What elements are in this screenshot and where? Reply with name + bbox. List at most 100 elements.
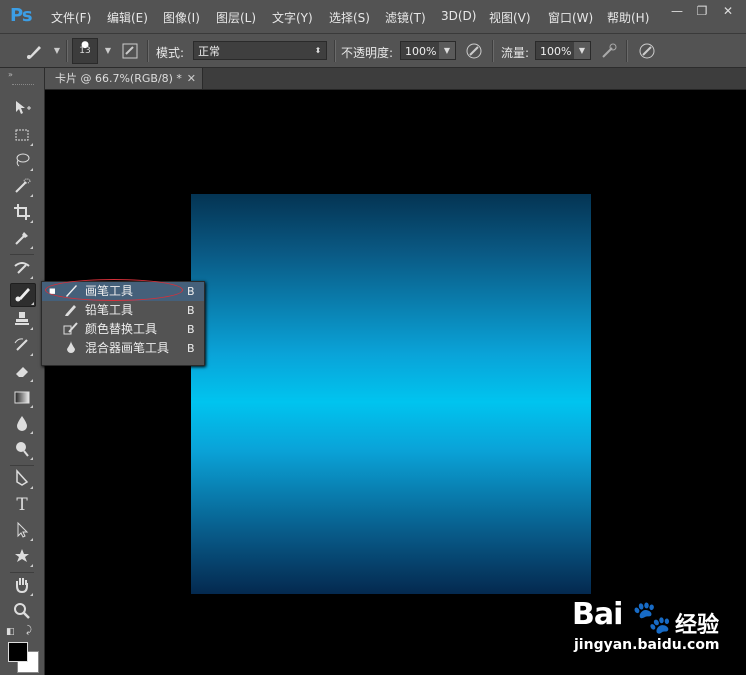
separator <box>147 40 149 62</box>
foreground-color-fill <box>9 643 27 661</box>
tool-group-indicator <box>30 486 33 489</box>
separator <box>334 40 336 62</box>
type-tool-icon[interactable]: T <box>10 494 34 516</box>
flyout-item-label: 混合器画笔工具 <box>85 341 170 355</box>
separator <box>10 465 34 466</box>
brush-size-dropdown-icon[interactable]: ▼ <box>99 42 117 60</box>
restore-icon[interactable]: ❐ <box>691 3 713 20</box>
menu-layer[interactable]: 图层(L) <box>216 9 256 26</box>
highlight-annotation <box>45 279 183 301</box>
separator <box>10 254 34 255</box>
tool-group-indicator <box>30 143 33 146</box>
history-brush-tool-icon[interactable] <box>10 335 34 357</box>
chevron-down-icon[interactable]: ▼ <box>439 42 455 59</box>
tool-group-indicator <box>30 405 33 408</box>
tool-group-indicator <box>30 327 33 330</box>
tool-group-indicator <box>30 379 33 382</box>
minimize-icon[interactable]: — <box>666 3 688 20</box>
updown-icon: ⬍ <box>314 46 322 55</box>
crop-tool-icon[interactable] <box>10 202 34 224</box>
separator <box>66 40 68 62</box>
opacity-label: 不透明度: <box>341 46 394 60</box>
flyout-item-shortcut: B <box>187 323 195 336</box>
watermark-url: jingyan.baidu.com <box>574 637 720 653</box>
tool-group-indicator <box>30 457 33 460</box>
menu-type[interactable]: 文字(Y) <box>272 9 313 26</box>
mode-label: 模式: <box>156 46 185 60</box>
menu-view[interactable]: 视图(V) <box>489 9 531 26</box>
brush-tool-preset-icon[interactable] <box>26 42 44 60</box>
menu-file[interactable]: 文件(F) <box>51 9 91 26</box>
menu-3d[interactable]: 3D(D) <box>441 9 476 23</box>
document-canvas[interactable] <box>191 194 591 594</box>
document-tab[interactable]: 卡片 @ 66.7%(RGB/8) * ✕ <box>45 68 203 89</box>
flyout-item-pencil-tool[interactable]: 铅笔工具 B <box>42 301 204 320</box>
menu-help[interactable]: 帮助(H) <box>607 9 649 26</box>
close-icon[interactable]: ✕ <box>717 3 739 20</box>
eraser-tool-icon[interactable] <box>10 361 34 383</box>
tool-group-indicator <box>30 538 33 541</box>
mixer-brush-icon <box>62 339 80 361</box>
tool-group-indicator <box>30 246 33 249</box>
flyout-item-shortcut: B <box>187 342 195 355</box>
flyout-item-label: 颜色替换工具 <box>85 322 158 336</box>
mode-value: 正常 <box>198 45 220 58</box>
tool-group-indicator <box>30 593 33 596</box>
watermark-brand: Bai <box>572 597 623 632</box>
path-select-tool-icon[interactable] <box>10 520 34 542</box>
tool-group-indicator <box>30 431 33 434</box>
flow-input[interactable]: 100% ▼ <box>535 41 591 60</box>
pressure-opacity-icon[interactable] <box>465 42 483 60</box>
default-colors-icon[interactable]: ◧ <box>6 627 15 637</box>
swap-colors-icon[interactable]: ⤸ <box>26 625 32 636</box>
tool-group-indicator <box>30 194 33 197</box>
flow-value: 100% <box>540 45 572 58</box>
collapse-panel-icon[interactable]: » <box>8 70 13 79</box>
chevron-down-icon[interactable]: ▼ <box>574 42 590 59</box>
dodge-tool-icon[interactable] <box>10 439 34 461</box>
opacity-value: 100% <box>405 45 437 58</box>
mode-select[interactable]: 正常 ⬍ <box>193 41 327 60</box>
preset-dropdown-icon[interactable]: ▼ <box>48 42 66 60</box>
tools-panel: » T ◧ ⤸ <box>0 68 45 675</box>
brush-tool-icon[interactable] <box>10 283 36 307</box>
pen-tool-icon[interactable] <box>10 468 34 490</box>
quick-select-tool-icon[interactable] <box>10 176 34 198</box>
foreground-color-swatch[interactable] <box>8 642 28 662</box>
tool-group-indicator <box>30 353 33 356</box>
menu-filter[interactable]: 滤镜(T) <box>385 9 426 26</box>
opacity-input[interactable]: 100% ▼ <box>400 41 456 60</box>
menu-image[interactable]: 图像(I) <box>163 9 200 26</box>
brush-panel-toggle-icon[interactable] <box>121 42 139 60</box>
close-tab-icon[interactable]: ✕ <box>187 68 196 89</box>
shape-tool-icon[interactable] <box>10 546 34 568</box>
brush-size-picker[interactable]: ● 13 <box>72 38 98 64</box>
stamp-tool-icon[interactable] <box>10 309 34 331</box>
tool-group-indicator <box>30 168 33 171</box>
zoom-tool-icon[interactable] <box>10 601 34 623</box>
menu-select[interactable]: 选择(S) <box>329 9 370 26</box>
separator <box>626 40 628 62</box>
hand-tool-icon[interactable] <box>10 575 34 597</box>
menu-window[interactable]: 窗口(W) <box>548 9 593 26</box>
tool-group-indicator <box>30 276 33 279</box>
marquee-tool-icon[interactable] <box>10 125 34 147</box>
menu-edit[interactable]: 编辑(E) <box>107 9 148 26</box>
pressure-size-icon[interactable] <box>638 42 656 60</box>
gradient-tool-icon[interactable] <box>10 387 34 409</box>
tool-group-indicator <box>30 220 33 223</box>
move-tool-icon[interactable] <box>10 98 34 120</box>
flyout-item-shortcut: B <box>187 304 195 317</box>
flyout-item-shortcut: B <box>187 285 195 298</box>
healing-tool-icon[interactable] <box>10 258 34 280</box>
panel-grip[interactable] <box>12 84 34 87</box>
blur-tool-icon[interactable] <box>10 413 34 435</box>
options-bar: ▼ ● 13 ▼ 模式: 正常 ⬍ 不透明度: 100% ▼ 流量: 100% … <box>0 34 746 68</box>
tool-group-indicator <box>30 564 33 567</box>
lasso-tool-icon[interactable] <box>10 150 34 172</box>
separator <box>10 572 34 573</box>
airbrush-icon[interactable] <box>600 42 618 60</box>
flyout-item-color-replacement-tool[interactable]: 颜色替换工具 B <box>42 320 204 339</box>
flyout-item-mixer-brush-tool[interactable]: 混合器画笔工具 B <box>42 339 204 358</box>
eyedropper-tool-icon[interactable] <box>10 228 34 250</box>
